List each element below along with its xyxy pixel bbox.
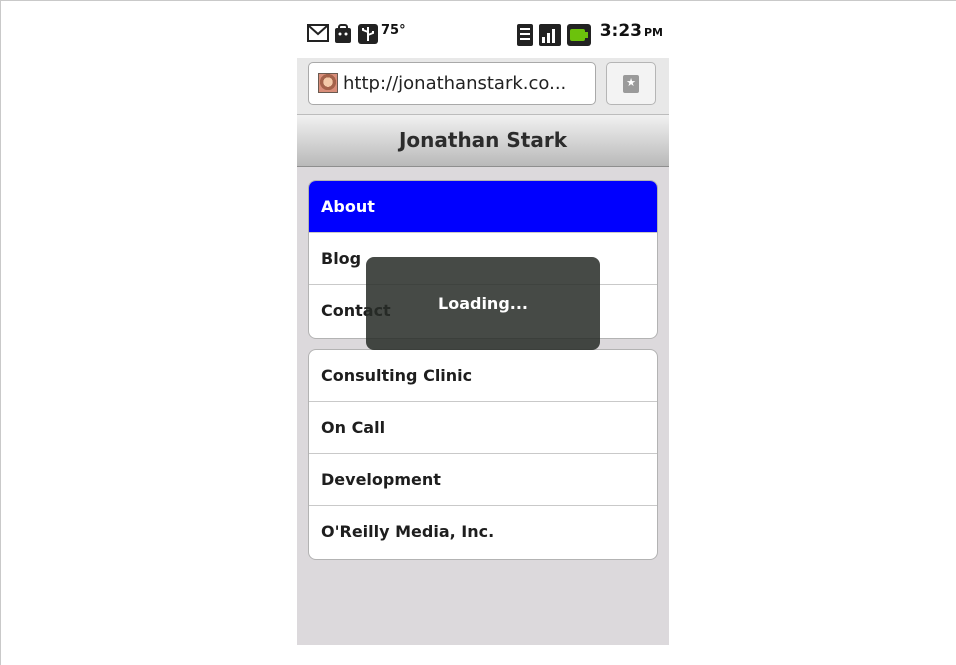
site-favicon xyxy=(318,73,338,93)
page-title: Jonathan Stark xyxy=(398,128,568,152)
list-item-label: O'Reilly Media, Inc. xyxy=(321,522,495,541)
list-item-on-call[interactable]: On Call xyxy=(309,402,657,454)
list-item-oreilly-media[interactable]: O'Reilly Media, Inc. xyxy=(309,506,657,558)
list-item-about[interactable]: About xyxy=(309,181,657,233)
clock-ampm: PM xyxy=(643,26,663,39)
list-item-label: About xyxy=(321,197,375,216)
android-market-icon xyxy=(335,24,351,43)
url-text: http://jonathanstark.co... xyxy=(343,73,567,94)
list-item-label: On Call xyxy=(321,418,386,437)
frame-border-top xyxy=(0,0,956,1)
list-item-label: Blog xyxy=(321,249,362,268)
list-item-label: Development xyxy=(321,470,441,489)
gmail-icon xyxy=(307,24,329,42)
browser-url-bar: http://jonathanstark.co... ★ xyxy=(297,58,669,115)
list-item-development[interactable]: Development xyxy=(309,454,657,506)
usb-icon xyxy=(358,24,378,44)
clock-time: 3:23 xyxy=(599,21,642,41)
signal-icon xyxy=(539,24,561,46)
url-field[interactable]: http://jonathanstark.co... xyxy=(308,62,596,105)
list-item-consulting-clinic[interactable]: Consulting Clinic xyxy=(309,350,657,402)
frame-border-left xyxy=(0,0,1,665)
temperature-label: 75° xyxy=(381,23,406,38)
phone-screen: 75° 3:23 PM http://jonathanstark.co... ★ … xyxy=(297,18,669,645)
bookmark-button[interactable]: ★ xyxy=(606,62,656,105)
page-toolbar: Jonathan Stark xyxy=(297,115,669,167)
loading-message: Loading... xyxy=(438,294,528,313)
battery-icon xyxy=(567,24,591,46)
bookmark-icon: ★ xyxy=(623,75,639,93)
list-item-label: Consulting Clinic xyxy=(321,366,473,385)
menu-list-secondary: Consulting Clinic On Call Development O'… xyxy=(308,349,658,560)
status-bar: 75° 3:23 PM xyxy=(297,18,669,58)
loading-overlay: Loading... xyxy=(366,257,600,350)
wifi-icon xyxy=(517,24,533,46)
clock: 3:23 PM xyxy=(600,21,663,41)
